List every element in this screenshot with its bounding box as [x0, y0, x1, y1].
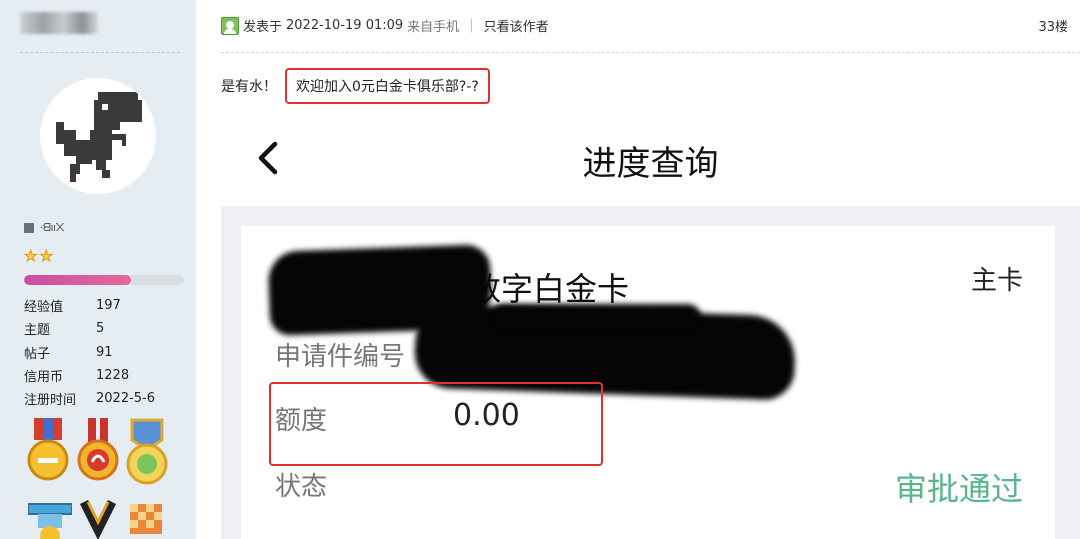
- status-value: 审批通过: [894, 470, 1023, 508]
- stat-label: 注册时间: [24, 393, 77, 409]
- username-obscured[interactable]: [20, 12, 98, 34]
- stat-row-credits: 信用币 1228: [24, 364, 155, 387]
- stat-label: 信用币: [24, 370, 64, 386]
- medal-wall: [26, 418, 176, 539]
- stat-label: 经验值: [24, 300, 64, 316]
- post-datetime: 2022-10-19 01:09: [286, 18, 404, 33]
- group-label: ·ᗺıı᙭: [40, 221, 65, 234]
- level-progress-bar: [24, 275, 184, 285]
- status-label: 状态: [275, 472, 328, 502]
- user-stats: 经验值 197 主题 5 帖子 91 信用币 1228 注册时间 2022-5-…: [24, 294, 155, 410]
- sidebar-divider: [20, 52, 180, 53]
- posted-prefix: 发表于: [243, 20, 283, 35]
- post-user-icon: [221, 16, 239, 35]
- post-header-divider: [221, 52, 1080, 53]
- stat-value: 1228: [96, 368, 130, 384]
- author-only-link[interactable]: 只看该作者: [484, 16, 549, 35]
- user-group: ·ᗺıı᙭: [24, 220, 65, 236]
- post-body-text: 是有水！ 欢迎加入0元白金卡俱乐部?-?: [221, 68, 490, 104]
- level-progress-fill: [24, 275, 132, 285]
- level-stars: ★ ★: [23, 247, 53, 265]
- stat-value: 2022-5-6: [96, 391, 156, 407]
- star-icon: ★: [39, 247, 53, 265]
- stat-value: 197: [96, 298, 121, 314]
- stat-row-experience: 经验值 197: [24, 294, 155, 317]
- avatar[interactable]: [40, 78, 156, 194]
- checkered-medal-icon[interactable]: [124, 500, 168, 539]
- star-icon: ★: [23, 247, 38, 265]
- credit-limit-highlight-box: [269, 382, 603, 466]
- stat-value[interactable]: 5: [96, 321, 104, 336]
- stat-label: 主题: [24, 323, 51, 339]
- progress-query-title: 进度查询: [582, 144, 719, 184]
- post-text-highlight: 欢迎加入0元白金卡俱乐部?-?: [285, 68, 490, 104]
- striped-ribbon-medal-icon[interactable]: [76, 500, 120, 539]
- application-number-label: 申请件编号: [275, 342, 406, 372]
- blue-badge-medal-icon[interactable]: [28, 500, 72, 539]
- group-square-icon: [24, 223, 34, 233]
- gold-medal-icon[interactable]: [26, 418, 70, 488]
- user-sidebar: ·ᗺıı᙭ ★ ★ 经验值 197 主题 5 帖子 91 信用币 1228 注册…: [0, 0, 196, 539]
- card-type-tag: 主卡: [970, 266, 1023, 296]
- post-text-prefix: 是有水！: [221, 79, 277, 95]
- laurel-shield-medal-icon[interactable]: [124, 418, 170, 488]
- pixel-dinosaur-icon: [56, 92, 142, 182]
- floor-number[interactable]: 33楼: [1038, 16, 1068, 35]
- post-meta: 发表于 2022-10-19 01:09 来自手机 | 只看该作者: [221, 16, 549, 35]
- red-ribbon-medal-icon[interactable]: [76, 418, 120, 488]
- embedded-progress-screenshot: 进度查询 乡村振兴主题数字白金卡 主卡 申请件编号 0 额度 0.00 状态 审…: [221, 110, 1080, 539]
- stat-row-registered: 注册时间 2022-5-6: [24, 387, 155, 410]
- stat-row-posts: 帖子 91: [24, 341, 155, 364]
- stat-label: 帖子: [24, 346, 51, 362]
- redaction-scribble: [491, 304, 701, 330]
- application-card: 乡村振兴主题数字白金卡 主卡 申请件编号 0 额度 0.00 状态 审批通过: [241, 226, 1055, 539]
- post-source: 来自手机: [407, 20, 460, 35]
- stat-row-topics: 主题 5: [24, 317, 155, 340]
- stat-value[interactable]: 91: [96, 345, 113, 360]
- meta-separator: |: [469, 18, 474, 33]
